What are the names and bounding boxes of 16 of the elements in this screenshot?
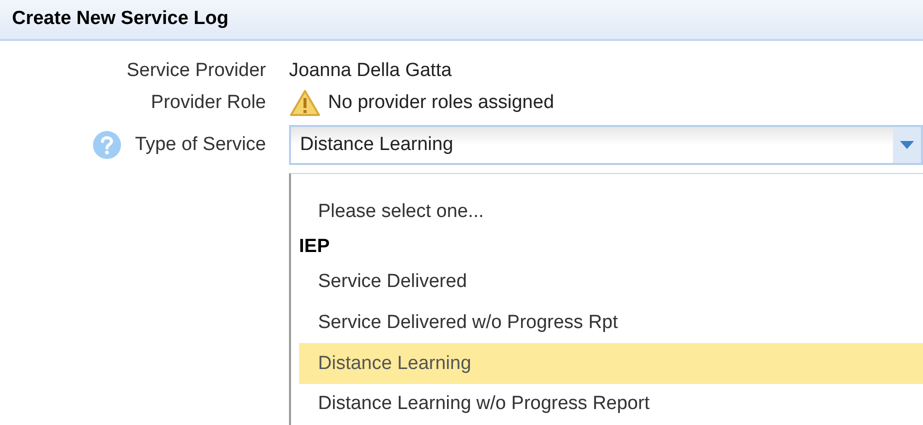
help-icon[interactable] xyxy=(93,131,122,159)
dropdown-option[interactable]: Service Delivered w/o Progress Rpt xyxy=(299,302,923,344)
dropdown-option[interactable]: Please select one... xyxy=(299,192,923,233)
field-label: Service Provider xyxy=(126,58,266,83)
caret-icon xyxy=(900,141,914,149)
option-group-label: IEP xyxy=(298,235,331,260)
dropdown-option[interactable]: Distance Learning w/o Progress Report xyxy=(299,384,923,425)
dropdown-option[interactable]: Service Delivered xyxy=(299,262,923,303)
field-label: Type of Service xyxy=(135,132,266,157)
warning-text: No provider roles assigned xyxy=(328,90,554,115)
warning-icon xyxy=(289,89,321,117)
field-value: Joanna Della Gatta xyxy=(289,58,452,83)
field-label: Provider Role xyxy=(150,90,266,115)
dropdown-option[interactable]: Distance Learning xyxy=(299,343,923,384)
service-type-select[interactable]: Distance Learning xyxy=(289,125,923,165)
page-title: Create New Service Log xyxy=(12,7,228,32)
